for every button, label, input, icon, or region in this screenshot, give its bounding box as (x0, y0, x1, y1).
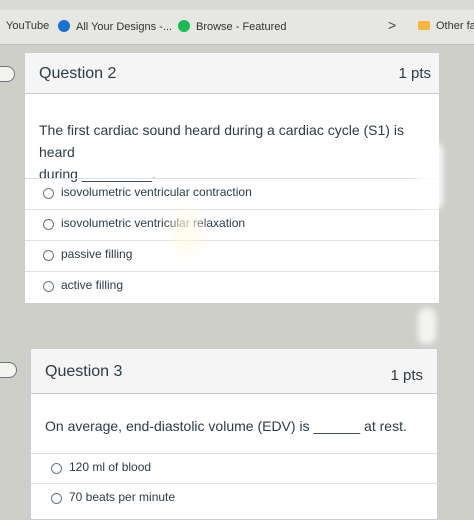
question-header: Question 3 1 pts (31, 349, 437, 394)
question-text: The first cardiac sound heard during a c… (39, 119, 434, 185)
radio-button[interactable] (43, 219, 54, 230)
bookmark-label: Other fa (436, 20, 474, 32)
bookmark-browse-featured[interactable]: Browse - Featured (178, 20, 286, 33)
question-points: 1 pts (398, 65, 431, 82)
bookmark-other[interactable]: Other fa (418, 20, 474, 32)
bookmark-youtube[interactable]: YouTube (6, 20, 49, 32)
question-title: Question 3 (45, 363, 123, 380)
chevron-right-icon[interactable]: > (388, 17, 396, 33)
answer-option[interactable]: 70 beats per minute (31, 483, 437, 514)
spotify-icon (178, 20, 190, 32)
answer-label: 70 beats per minute (69, 490, 176, 504)
bookmark-all-your-designs[interactable]: All Your Designs -... (58, 20, 172, 33)
answer-label: 120 ml of blood (69, 460, 152, 474)
answer-option[interactable]: active filling (25, 271, 439, 302)
answer-option[interactable]: passive filling (25, 240, 439, 271)
answer-option[interactable]: isovolumetric ventricular contraction (25, 178, 439, 209)
folder-icon (418, 21, 430, 30)
answer-label: passive filling (61, 247, 133, 261)
bookmark-label: YouTube (6, 20, 50, 32)
bookmark-label: All Your Designs -... (76, 21, 172, 33)
screen-glare (172, 210, 202, 254)
radio-button[interactable] (43, 250, 54, 261)
radio-button[interactable] (51, 463, 62, 474)
radio-button[interactable] (43, 188, 54, 199)
answer-option[interactable]: 120 ml of blood (31, 453, 437, 484)
question-text: On average, end-diastolic volume (EDV) i… (45, 415, 430, 437)
question-text-line: The first cardiac sound heard during a c… (39, 122, 404, 160)
canva-icon (58, 20, 70, 32)
screen-glare (418, 308, 436, 344)
answer-label: active filling (61, 278, 124, 292)
browser-top-strip (0, 0, 474, 10)
question-text-line: On average, end-diastolic volume (EDV) i… (45, 418, 407, 434)
answer-option[interactable]: isovolumetric ventricular relaxation (25, 209, 439, 240)
question-flag-icon[interactable] (0, 362, 17, 378)
bookmark-label: Browse - Featured (196, 21, 287, 33)
radio-button[interactable] (51, 493, 62, 504)
answer-label: isovolumetric ventricular contraction (61, 185, 252, 199)
screen-glare (417, 142, 443, 210)
question-header: Question 2 1 pts (25, 53, 439, 94)
question-flag-icon[interactable] (0, 66, 15, 82)
answer-label: isovolumetric ventricular relaxation (61, 216, 246, 230)
radio-button[interactable] (43, 281, 54, 292)
question-card-2: Question 2 1 pts The first cardiac sound… (24, 52, 440, 304)
bookmarks-bar: YouTube All Your Designs -... Browse - F… (0, 10, 474, 45)
question-points: 1 pts (390, 367, 423, 384)
question-title: Question 2 (39, 65, 117, 82)
question-card-3: Question 3 1 pts On average, end-diastol… (30, 348, 438, 520)
